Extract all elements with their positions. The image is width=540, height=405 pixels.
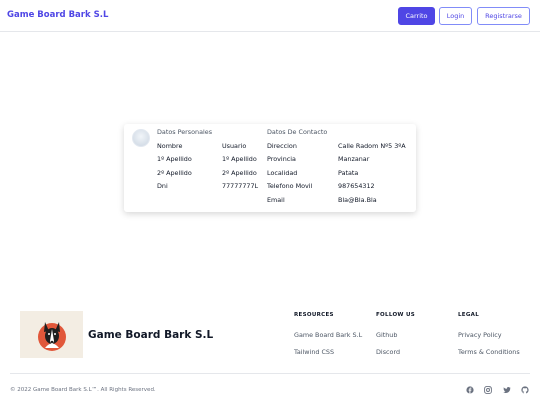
brand-link[interactable]: Game Board Bark S.L [7, 10, 108, 20]
personal-field-label: 2º Apellido [157, 169, 192, 177]
footer-divider [10, 373, 530, 374]
register-button[interactable]: Registrarse [477, 7, 530, 25]
cart-button[interactable]: Carrito [398, 7, 435, 25]
contact-field-value: Patata [338, 169, 359, 177]
personal-field-value: 2º Apellido [222, 169, 257, 177]
contact-field-value: Bla@Bla.Bla [338, 196, 377, 204]
contact-data-heading: Datos De Contacto [267, 128, 328, 136]
footer-link-brand[interactable]: Game Board Bark S.L [294, 331, 362, 339]
personal-field-label: Nombre [157, 142, 183, 150]
contact-field-value: Calle Radom Nº5 3ºA [338, 142, 406, 150]
facebook-icon[interactable] [466, 386, 474, 394]
personal-field-value: 77777777L [222, 182, 259, 190]
contact-field-label: Provincia [267, 155, 296, 163]
contact-field-value: 987654312 [338, 182, 375, 190]
footer-link-discord[interactable]: Discord [376, 348, 400, 356]
footer-heading-legal: LEGAL [458, 312, 480, 318]
github-icon[interactable] [521, 386, 529, 394]
personal-field-value: Usuario [222, 142, 247, 150]
footer-heading-follow: FOLLOW US [376, 312, 416, 318]
personal-data-heading: Datos Personales [157, 128, 213, 136]
contact-field-label: Localidad [267, 169, 298, 177]
footer-brand: Game Board Bark S.L [88, 329, 214, 341]
instagram-icon[interactable] [484, 386, 492, 394]
dog-logo-icon [37, 321, 66, 351]
footer-heading-resources: RESOURCES [294, 312, 334, 318]
avatar [132, 129, 150, 147]
footer-link-github[interactable]: Github [376, 331, 397, 339]
footer-logo[interactable] [20, 311, 83, 358]
footer-link-terms[interactable]: Terms & Conditions [458, 348, 520, 356]
copyright-text: © 2022 Game Board Bark S.L™. All Rights … [10, 387, 156, 393]
contact-field-label: Telefono Movil [267, 182, 313, 190]
contact-field-value: Manzanar [338, 155, 370, 163]
profile-card: Datos Personales Datos De Contacto Nombr… [124, 124, 416, 212]
footer-link-privacy[interactable]: Privacy Policy [458, 331, 502, 339]
twitter-icon[interactable] [503, 386, 511, 394]
contact-field-label: Email [267, 196, 285, 204]
login-button[interactable]: Login [439, 7, 472, 25]
personal-field-label: Dni [157, 182, 168, 190]
contact-field-label: Direccion [267, 142, 297, 150]
footer-link-tailwind[interactable]: Tailwind CSS [294, 348, 334, 356]
navbar: Game Board Bark S.L Carrito Login Regist… [0, 0, 540, 32]
personal-field-value: 1º Apellido [222, 155, 257, 163]
personal-field-label: 1º Apellido [157, 155, 192, 163]
